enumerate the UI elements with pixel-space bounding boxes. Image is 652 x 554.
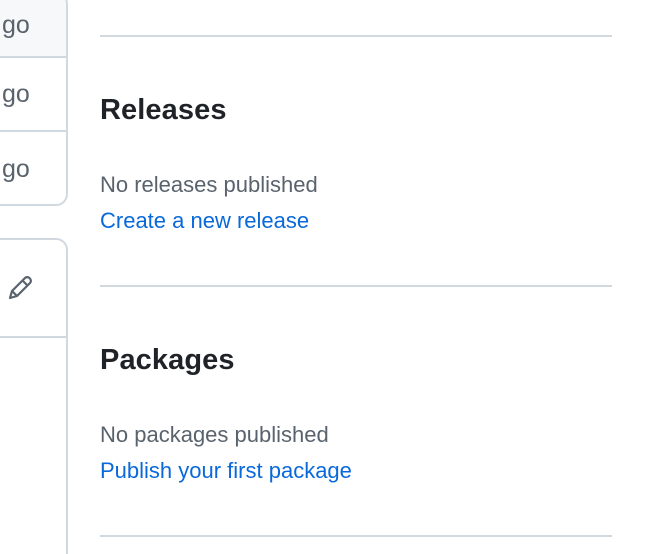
pencil-icon[interactable] bbox=[4, 272, 36, 304]
file-row[interactable]: go bbox=[0, 0, 66, 58]
readme-box bbox=[0, 238, 68, 554]
file-row-age: go bbox=[2, 10, 30, 39]
packages-heading[interactable]: Packages bbox=[100, 344, 235, 377]
file-row[interactable]: go bbox=[0, 132, 66, 204]
file-row[interactable]: go bbox=[0, 58, 66, 132]
repo-sidebar-page: go go go Releases No releases published … bbox=[0, 0, 652, 554]
file-list-box: go go go bbox=[0, 0, 68, 206]
section-divider bbox=[100, 35, 612, 37]
section-divider bbox=[100, 535, 612, 537]
packages-empty-text: No packages published bbox=[100, 422, 329, 447]
publish-package-link[interactable]: Publish your first package bbox=[100, 458, 352, 484]
file-row-age: go bbox=[2, 79, 30, 108]
file-row-age: go bbox=[2, 154, 30, 183]
releases-empty-text: No releases published bbox=[100, 172, 318, 197]
create-release-link[interactable]: Create a new release bbox=[100, 208, 309, 234]
releases-heading[interactable]: Releases bbox=[100, 94, 227, 127]
section-divider bbox=[100, 285, 612, 287]
readme-header bbox=[0, 240, 66, 338]
